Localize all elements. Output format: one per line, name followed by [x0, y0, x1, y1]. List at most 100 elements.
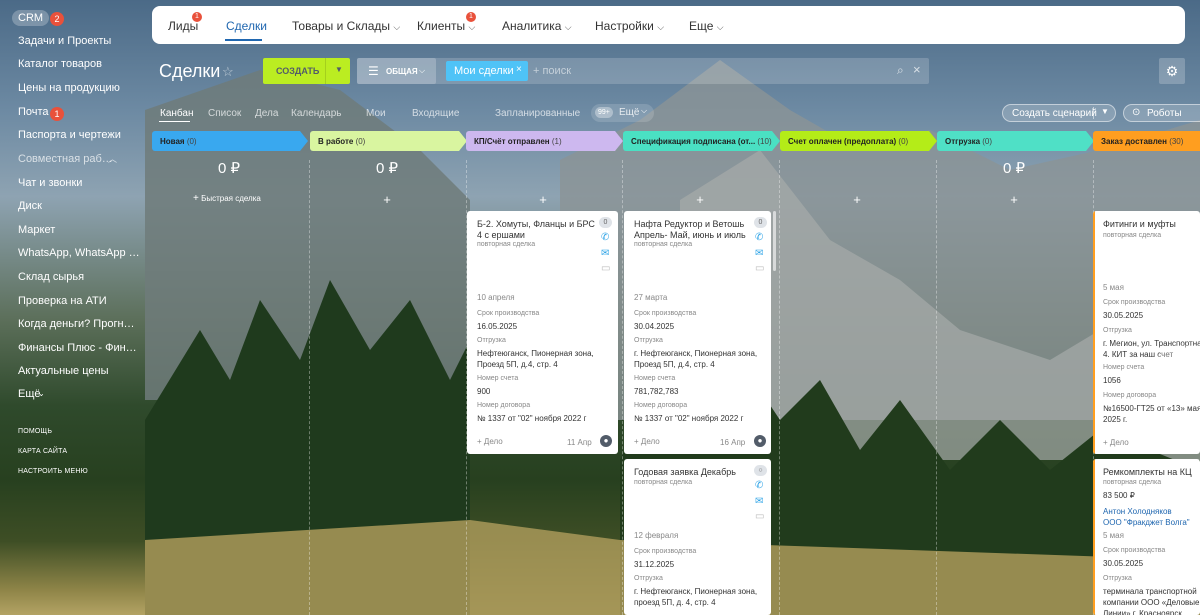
- crm-menu-item[interactable]: CRM: [12, 10, 50, 26]
- tab-deals[interactable]: Сделки: [226, 19, 267, 33]
- stage-title: В работе (0): [318, 137, 366, 146]
- tab-goods[interactable]: Товары и Склады ⌵: [292, 19, 400, 33]
- deal-title[interactable]: Нафта Редуктор и Ветошь Апрель- Май, июн…: [634, 219, 752, 241]
- phone-icon[interactable]: ✆: [601, 232, 609, 243]
- stage-header[interactable]: Новая (0): [152, 131, 308, 151]
- phone-icon[interactable]: ✆: [755, 480, 763, 491]
- search-input[interactable]: [529, 61, 889, 81]
- add-deal-plus-icon[interactable]: +: [310, 192, 464, 207]
- stage-title: Новая (0): [160, 137, 197, 146]
- robot-icon: ⊙: [1132, 107, 1141, 118]
- menu-actual-prices[interactable]: Актуальные цены: [18, 365, 140, 377]
- column-divider: [936, 160, 937, 615]
- add-deal-plus-icon[interactable]: +: [780, 192, 934, 207]
- company-link[interactable]: ООО "Фракджет Волга": [1103, 517, 1200, 528]
- menu-disk[interactable]: Диск: [18, 200, 140, 212]
- add-activity-button[interactable]: + Дело: [477, 437, 503, 446]
- filter-preset-button[interactable]: ☰ ОБЩАЯ ⌵: [357, 58, 436, 84]
- robots-button[interactable]: ⊙ Роботы: [1123, 104, 1200, 122]
- column-divider: [779, 160, 780, 615]
- deal-amount: 83 500 ₽: [1103, 491, 1135, 500]
- menu-chat[interactable]: Чат и звонки: [18, 177, 140, 189]
- settings-gear-button[interactable]: ⚙: [1159, 58, 1185, 84]
- menu-help[interactable]: ПОМОЩЬ: [18, 428, 52, 435]
- stage-count: (1): [549, 137, 562, 146]
- view-list[interactable]: Список: [208, 108, 241, 119]
- create-button[interactable]: СОЗДАТЬ ▼: [263, 58, 350, 84]
- menu-catalog[interactable]: Каталог товаров: [18, 58, 140, 70]
- chat-icon[interactable]: ▭: [755, 511, 764, 522]
- deal-date: 27 марта: [634, 293, 668, 302]
- view-calendar[interactable]: Календарь: [291, 108, 341, 119]
- close-icon[interactable]: ×: [913, 62, 921, 77]
- mail-icon[interactable]: ✉: [601, 248, 609, 259]
- chevron-down-icon[interactable]: ▼: [1101, 107, 1109, 116]
- filter-tag-my-deals[interactable]: Мои сделки ×: [446, 61, 528, 81]
- filter-bar: ☰ ОБЩАЯ ⌵ Мои сделки × ⌕ ×: [357, 58, 929, 84]
- create-scenario-button[interactable]: Создать сценарий ▼: [1002, 104, 1116, 122]
- contact-link[interactable]: Антон Холодняков: [1103, 506, 1200, 517]
- stage-header[interactable]: КП/Счёт отправлен (1): [466, 131, 623, 151]
- menu-prices[interactable]: Цены на продукцию: [18, 82, 140, 94]
- chat-icon[interactable]: ▭: [601, 263, 610, 274]
- menu-ati[interactable]: Проверка на АТИ: [18, 295, 140, 307]
- chat-icon[interactable]: ▭: [755, 263, 764, 274]
- avatar[interactable]: ●: [600, 435, 612, 447]
- counter-incoming[interactable]: Входящие: [412, 108, 459, 119]
- view-activities[interactable]: Дела: [255, 108, 278, 119]
- deal-title[interactable]: Б-2. Хомуты, Фланцы и БРС 4 с ершами: [477, 219, 595, 241]
- menu-configure[interactable]: НАСТРОИТЬ МЕНЮ: [18, 468, 88, 475]
- deal-title[interactable]: Годовая заявка Декабрь: [634, 467, 752, 478]
- menu-forecast[interactable]: Когда деньги? Прогноз о...: [18, 318, 140, 330]
- stage-header[interactable]: Счет оплачен (предоплата) (0): [780, 131, 937, 151]
- search-icon[interactable]: ⌕: [897, 63, 904, 78]
- stage-header[interactable]: Спецификация подписана (от... (10): [623, 131, 780, 151]
- menu-collab-group[interactable]: Совместная работа: [18, 153, 118, 165]
- quick-deal-button[interactable]: + Быстрая сделка: [193, 193, 261, 204]
- menu-finance[interactable]: Финансы Плюс - Финанс...: [18, 342, 140, 354]
- mail-icon[interactable]: ✉: [755, 496, 763, 507]
- leads-badge: 1: [192, 12, 202, 22]
- deal-card[interactable]: Б-2. Хомуты, Фланцы и БРС 4 с ершами 0 п…: [467, 211, 618, 454]
- stage-count: (10): [755, 137, 772, 146]
- stage-header[interactable]: Заказ доставлен (30): [1093, 131, 1200, 151]
- tab-analytics[interactable]: Аналитика ⌵: [502, 19, 572, 33]
- deal-card[interactable]: Фитинги и муфты повторная сделка 5 мая С…: [1093, 211, 1200, 454]
- stage-count: (0): [184, 137, 197, 146]
- menu-raw-stock[interactable]: Склад сырья: [18, 271, 140, 283]
- deal-card[interactable]: Ремкомплекты на КЦ повторная сделка 83 5…: [1093, 459, 1200, 615]
- menu-sitemap[interactable]: КАРТА САЙТА: [18, 448, 67, 455]
- add-deal-plus-icon[interactable]: +: [623, 192, 777, 207]
- column-scrollbar[interactable]: [773, 211, 776, 271]
- deal-card[interactable]: Годовая заявка Декабрь ○ повторная сделк…: [624, 459, 771, 615]
- more-counters[interactable]: 99+ Ещё ⌵: [591, 104, 654, 122]
- star-icon[interactable]: ☆: [222, 64, 234, 80]
- stage-header[interactable]: Отгрузка (0): [937, 131, 1094, 151]
- scroll-right-arrow[interactable]: ›: [1152, 345, 1200, 401]
- chevron-down-icon: ⌵: [657, 22, 665, 32]
- menu-whatsapp[interactable]: WhatsApp, WhatsApp Bus...: [18, 247, 140, 259]
- menu-market[interactable]: Маркет: [18, 224, 140, 236]
- deal-title[interactable]: Фитинги и муфты: [1103, 219, 1200, 230]
- mail-icon[interactable]: ✉: [755, 248, 763, 259]
- chevron-down-icon[interactable]: ▼: [335, 65, 343, 74]
- view-kanban[interactable]: Канбан: [160, 108, 194, 119]
- deal-card[interactable]: Нафта Редуктор и Ветошь Апрель- Май, июн…: [624, 211, 771, 454]
- menu-passports[interactable]: Паспорта и чертежи: [18, 129, 140, 141]
- deal-title[interactable]: Ремкомплекты на КЦ: [1103, 467, 1200, 478]
- comment-counter: 0: [754, 217, 767, 228]
- add-deal-plus-icon[interactable]: +: [937, 192, 1091, 207]
- avatar[interactable]: ●: [754, 435, 766, 447]
- menu-tasks[interactable]: Задачи и Проекты: [18, 35, 140, 47]
- remove-tag-icon[interactable]: ×: [516, 64, 522, 75]
- tab-more[interactable]: Еще ⌵: [689, 19, 724, 33]
- counter-my[interactable]: Мои: [366, 108, 386, 119]
- tab-clients[interactable]: Клиенты ⌵: [417, 19, 475, 33]
- add-activity-button[interactable]: + Дело: [634, 437, 660, 446]
- counter-planned[interactable]: Запланированные: [495, 108, 580, 119]
- tab-settings[interactable]: Настройки ⌵: [595, 19, 664, 33]
- add-activity-button[interactable]: + Дело: [1103, 438, 1129, 447]
- stage-header[interactable]: В работе (0): [310, 131, 467, 151]
- add-deal-plus-icon[interactable]: +: [466, 192, 620, 207]
- phone-icon[interactable]: ✆: [755, 232, 763, 243]
